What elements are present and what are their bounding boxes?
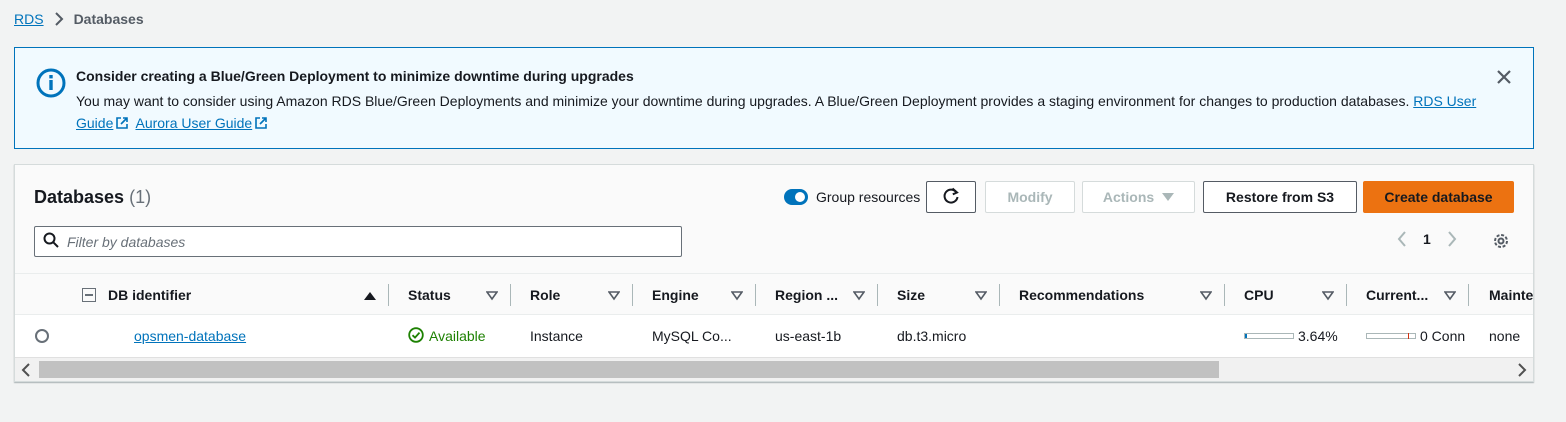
scroll-right-icon[interactable] xyxy=(1517,363,1527,377)
column-header-status[interactable]: Status xyxy=(408,274,510,316)
blue-green-info-banner: Consider creating a Blue/Green Deploymen… xyxy=(14,47,1534,149)
actions-button[interactable]: Actions xyxy=(1082,181,1195,213)
cell-region: us-east-1b xyxy=(775,328,842,344)
breadcrumb-current: Databases xyxy=(73,11,144,27)
cpu-meter xyxy=(1244,333,1294,339)
sort-ascending-icon[interactable] xyxy=(364,288,376,304)
sort-icon[interactable] xyxy=(730,288,744,304)
column-header-engine[interactable]: Engine xyxy=(652,274,755,316)
banner-title: Consider creating a Blue/Green Deploymen… xyxy=(76,68,634,84)
caret-down-icon xyxy=(1162,189,1175,205)
cell-db-identifier: opsmen-database xyxy=(134,315,246,357)
create-database-button[interactable]: Create database xyxy=(1363,181,1514,213)
external-link-icon xyxy=(115,114,129,136)
check-circle-icon xyxy=(408,326,424,346)
pagination: 1 xyxy=(1397,231,1457,247)
cpu-value: 3.64% xyxy=(1298,328,1338,344)
group-resources-toggle[interactable] xyxy=(784,189,808,205)
cell-maintenance: none xyxy=(1489,328,1521,344)
cpu-meter-fill xyxy=(1245,334,1247,338)
table-header: DB identifier Status Role Engine Region … xyxy=(15,273,1533,315)
panel-count: (1) xyxy=(129,187,152,207)
sort-icon[interactable] xyxy=(1199,288,1213,304)
chevron-right-icon xyxy=(54,12,64,26)
gear-icon[interactable] xyxy=(1492,232,1510,253)
refresh-button[interactable] xyxy=(926,181,976,213)
row-select-radio[interactable] xyxy=(35,329,49,343)
cell-cpu: 3.64% xyxy=(1244,315,1338,357)
column-header-db-identifier[interactable]: DB identifier xyxy=(108,274,388,316)
cell-role: Instance xyxy=(530,328,583,344)
group-resources-label: Group resources xyxy=(816,189,921,205)
status-text: Available xyxy=(429,328,486,344)
banner-body: You may want to consider using Amazon RD… xyxy=(76,90,1486,136)
sort-icon[interactable] xyxy=(607,288,621,304)
cell-size: db.t3.micro xyxy=(897,328,967,344)
column-header-cpu[interactable]: CPU xyxy=(1244,274,1346,316)
scroll-left-icon[interactable] xyxy=(21,363,31,377)
close-icon[interactable] xyxy=(1495,68,1513,86)
aurora-user-guide-link[interactable]: Aurora User Guide xyxy=(135,115,252,131)
restore-from-s3-button[interactable]: Restore from S3 xyxy=(1203,181,1357,213)
table-row[interactable]: opsmen-database Available Instance MySQL… xyxy=(15,315,1533,357)
panel-title: Databases (1) xyxy=(34,187,151,208)
previous-page-icon[interactable] xyxy=(1397,231,1407,247)
select-all-checkbox[interactable] xyxy=(82,288,96,302)
panel-title-text: Databases xyxy=(34,187,125,207)
sort-icon[interactable] xyxy=(485,288,499,304)
search-icon xyxy=(43,232,59,251)
horizontal-scrollbar[interactable] xyxy=(15,357,1533,381)
info-icon xyxy=(35,67,67,99)
cell-engine: MySQL Co... xyxy=(652,328,732,344)
scrollbar-thumb[interactable] xyxy=(39,361,1219,378)
column-header-role[interactable]: Role xyxy=(530,274,632,316)
sort-icon[interactable] xyxy=(1443,288,1457,304)
column-header-size[interactable]: Size xyxy=(897,274,999,316)
modify-button[interactable]: Modify xyxy=(985,181,1075,213)
current-page-number[interactable]: 1 xyxy=(1423,231,1431,247)
group-resources-toggle-group: Group resources xyxy=(784,189,920,205)
db-identifier-link[interactable]: opsmen-database xyxy=(134,328,246,344)
column-header-maintenance[interactable]: Mainte xyxy=(1489,274,1533,316)
breadcrumb-rds-link[interactable]: RDS xyxy=(14,11,44,27)
connections-meter xyxy=(1366,333,1416,339)
column-header-current-activity[interactable]: Current... xyxy=(1366,274,1468,316)
breadcrumb: RDS Databases xyxy=(14,11,144,27)
sort-icon[interactable] xyxy=(1321,288,1335,304)
sort-icon[interactable] xyxy=(852,288,866,304)
next-page-icon[interactable] xyxy=(1447,231,1457,247)
panel-header: Databases (1) Group resources Modify Act… xyxy=(15,165,1533,273)
filter-databases-input[interactable] xyxy=(67,233,667,250)
cell-status: Available xyxy=(408,315,486,357)
cell-current-activity: 0 Conn xyxy=(1366,315,1465,357)
sort-icon[interactable] xyxy=(974,288,988,304)
databases-panel: Databases (1) Group resources Modify Act… xyxy=(14,164,1534,382)
actions-label: Actions xyxy=(1102,189,1155,205)
column-header-recommendations[interactable]: Recommendations xyxy=(1019,274,1224,316)
connections-value: 0 Conn xyxy=(1420,328,1466,344)
refresh-icon xyxy=(942,187,960,208)
column-header-region[interactable]: Region ... xyxy=(775,274,877,316)
external-link-icon xyxy=(254,114,268,136)
banner-text: You may want to consider using Amazon RD… xyxy=(76,93,1410,109)
filter-search-box xyxy=(34,226,682,257)
